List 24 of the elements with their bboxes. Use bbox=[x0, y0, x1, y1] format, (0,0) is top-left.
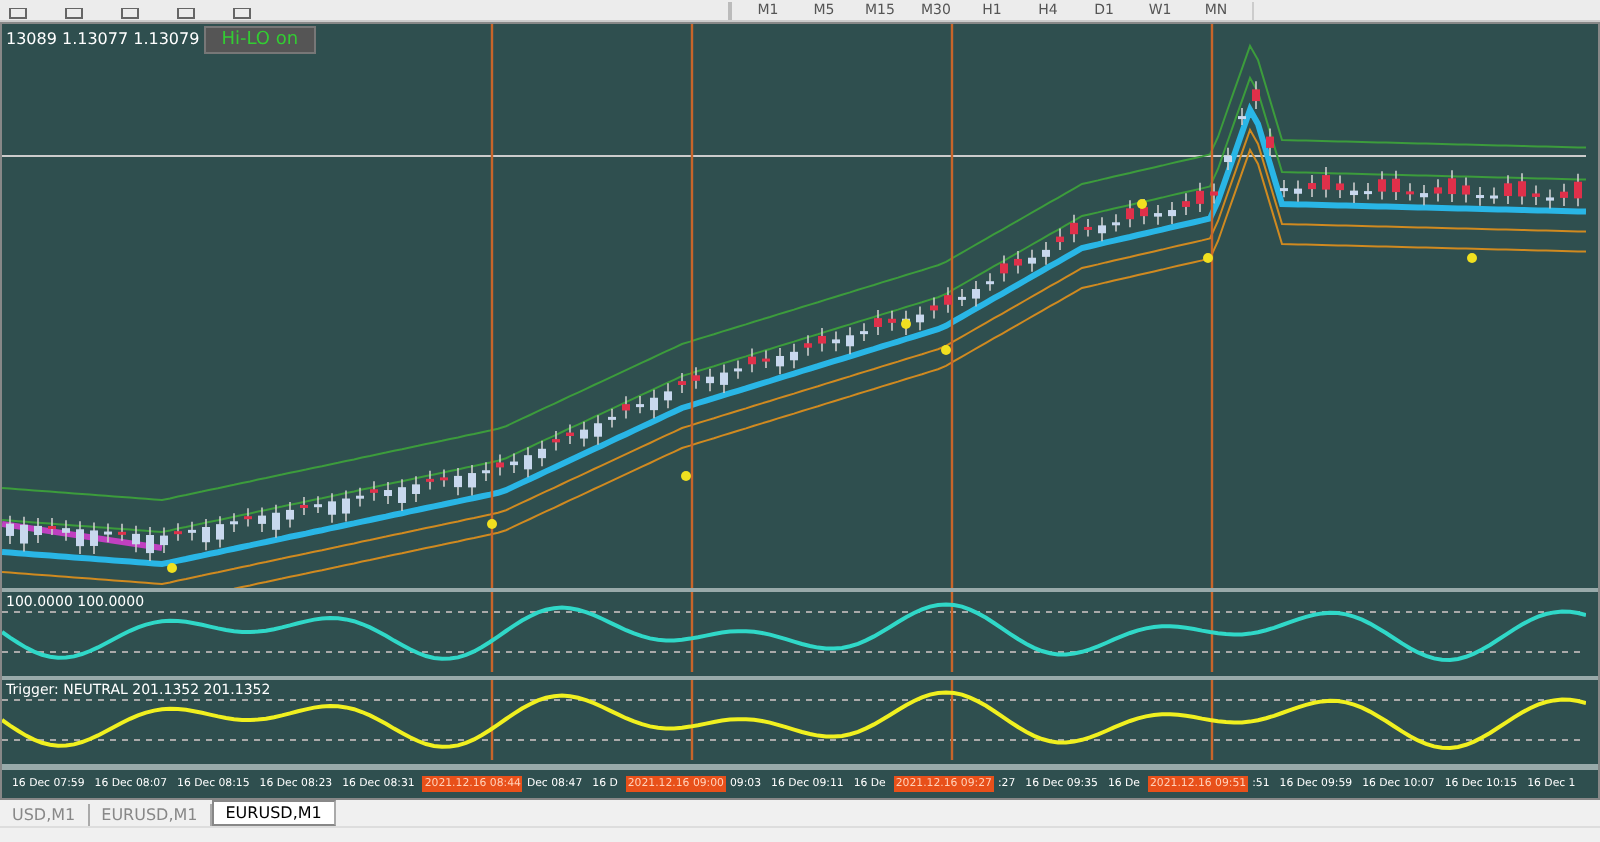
signal-dot bbox=[1137, 198, 1147, 209]
toolbar-tool-icon[interactable] bbox=[8, 7, 28, 20]
vertical-marker-line bbox=[690, 679, 694, 760]
hilo-toggle-button[interactable]: Hi-LO on bbox=[203, 25, 317, 54]
signal-dot bbox=[941, 344, 951, 355]
chart-tab[interactable]: EURUSD,M1 bbox=[211, 800, 336, 827]
toolbar-tool-icon[interactable] bbox=[64, 7, 84, 20]
signal-dot bbox=[681, 470, 691, 481]
vertical-marker-line bbox=[1210, 679, 1214, 760]
vertical-marker-line bbox=[950, 591, 954, 672]
vertical-marker-line bbox=[490, 679, 494, 760]
signal-dot bbox=[487, 518, 497, 529]
vertical-marker-line bbox=[1210, 591, 1214, 672]
toolbar-tool-icon[interactable] bbox=[232, 7, 252, 20]
signal-dot bbox=[167, 562, 177, 573]
signal-dot bbox=[901, 318, 911, 329]
vertical-marker-line bbox=[690, 591, 694, 672]
toolbar-tool-icon[interactable] bbox=[176, 7, 196, 20]
price-info: 13089 1.13077 1.13079 bbox=[2, 30, 204, 49]
signal-dot bbox=[1203, 252, 1213, 263]
toolbar-tool-icon[interactable] bbox=[120, 7, 140, 20]
signal-dot bbox=[1467, 252, 1477, 263]
vertical-marker-line bbox=[490, 591, 494, 672]
vertical-marker-line bbox=[950, 679, 954, 760]
